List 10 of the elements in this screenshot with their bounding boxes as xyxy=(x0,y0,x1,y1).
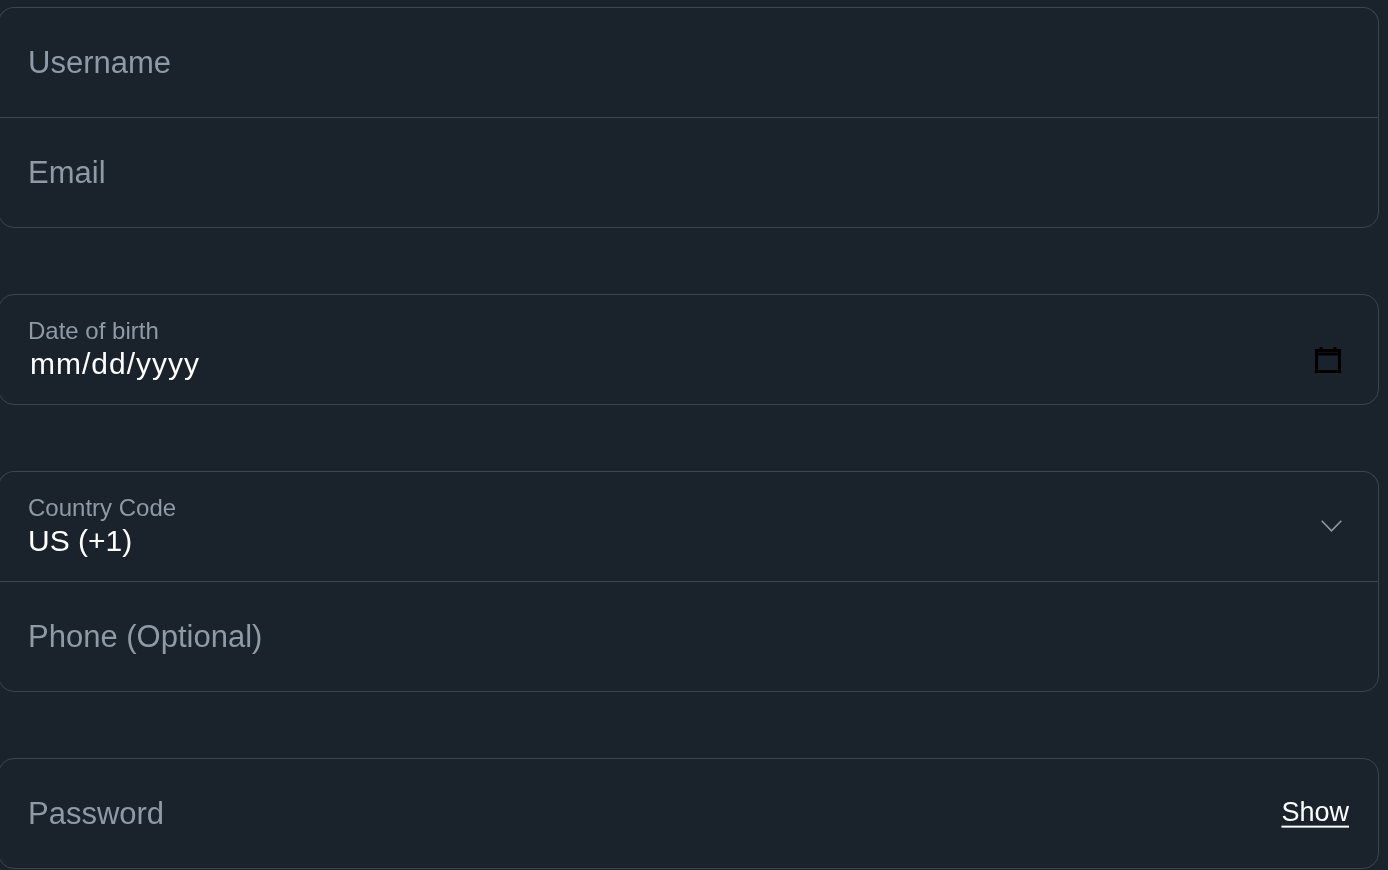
input-field[interactable]: Phone (Optional) xyxy=(0,581,1379,692)
calendar-icon[interactable] xyxy=(1315,344,1341,373)
date-value: mm/dd/yyyy xyxy=(29,347,201,382)
input-field[interactable]: Username xyxy=(0,7,1379,117)
field-label: Country Code xyxy=(28,494,177,523)
input-field[interactable]: Email xyxy=(0,117,1379,228)
chevron-down-icon xyxy=(1321,519,1342,532)
show-link[interactable]: Show xyxy=(1281,796,1349,828)
field-label: Date of birth xyxy=(28,317,159,346)
select-value: US (+1) xyxy=(28,524,133,559)
